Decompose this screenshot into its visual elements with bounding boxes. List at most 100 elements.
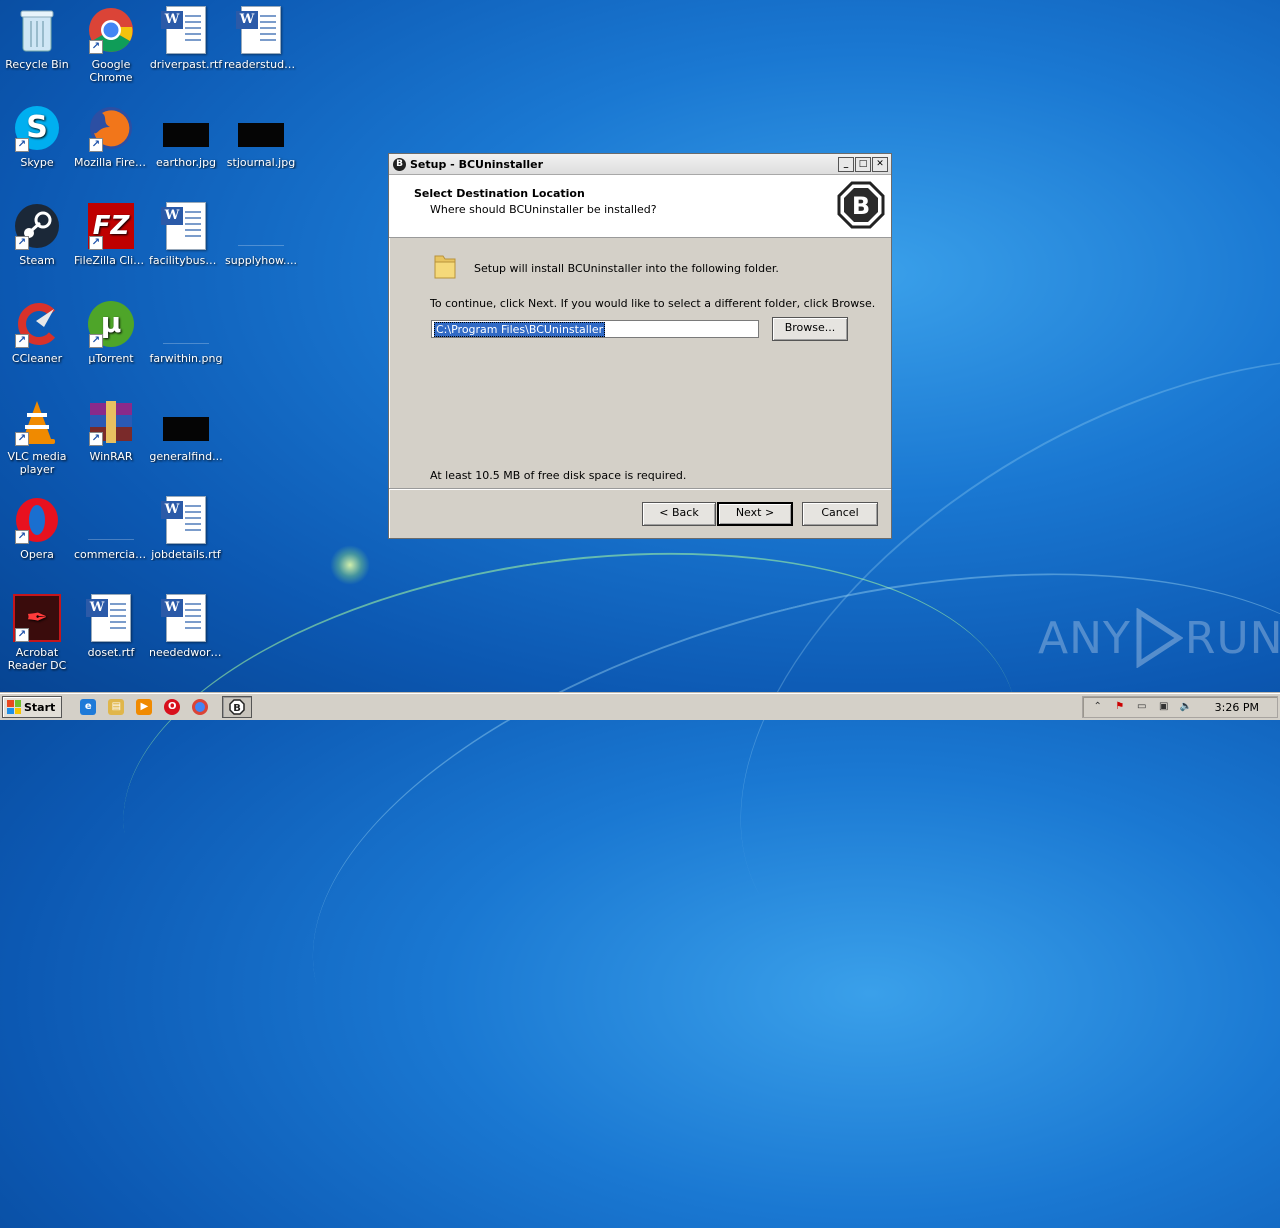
vlc-cone-icon: ↗ <box>13 398 61 446</box>
desktop-icon-recycle-bin[interactable]: Recycle Bin <box>0 6 74 71</box>
desktop-icon-supplyhow[interactable]: supplyhow.... <box>224 202 298 267</box>
chrome-taskbar-icon[interactable] <box>192 699 209 715</box>
word-document-icon: W <box>161 6 210 54</box>
desktop-icon-steam[interactable]: ↗ Steam <box>0 202 74 267</box>
shortcut-arrow-icon: ↗ <box>15 334 29 348</box>
word-document-icon: W <box>236 6 285 54</box>
anyrun-watermark: ANY RUN <box>1038 608 1280 668</box>
shortcut-arrow-icon: ↗ <box>15 530 29 544</box>
footer-divider <box>389 488 891 490</box>
svg-text:B: B <box>233 703 241 714</box>
shortcut-arrow-icon: ↗ <box>89 334 103 348</box>
dialog-titlebar[interactable]: B Setup - BCUninstaller _ □ ✕ <box>389 154 891 175</box>
wizard-header: Select Destination Location Where should… <box>389 175 891 238</box>
shortcut-arrow-icon: ↗ <box>15 628 29 642</box>
desktop-icon-stjournal[interactable]: stjournal.jpg <box>224 104 298 169</box>
disk-space-text: At least 10.5 MB of free disk space is r… <box>430 469 687 482</box>
taskbar: Start e ▤ ▶ O B ⌃ ⚑ ▭ ▣ 🔈 3:26 PM <box>0 693 1280 720</box>
display-icon[interactable]: ▭ <box>1135 700 1149 714</box>
chrome-icon: ↗ <box>87 6 135 54</box>
wizard-page-title: Select Destination Location <box>414 187 585 200</box>
svg-text:B: B <box>852 192 870 220</box>
start-label: Start <box>24 700 56 714</box>
play-triangle-icon <box>1136 608 1183 668</box>
image-thumbnail-icon <box>162 398 210 446</box>
windows-flag-icon <box>7 700 21 714</box>
minimize-button[interactable]: _ <box>838 156 854 172</box>
folder-icon <box>434 255 456 279</box>
system-tray: ⌃ ⚑ ▭ ▣ 🔈 3:26 PM <box>1081 696 1278 718</box>
clock[interactable]: 3:26 PM <box>1215 701 1259 714</box>
internet-explorer-icon[interactable]: e <box>80 699 97 715</box>
desktop-icon-winrar[interactable]: ↗ WinRAR <box>74 398 148 463</box>
opera-icon: ↗ <box>13 496 61 544</box>
desktop-icon-utorrent[interactable]: µ ↗ µTorrent <box>74 300 148 365</box>
setup-dialog: B Setup - BCUninstaller _ □ ✕ Select Des… <box>388 153 892 539</box>
cancel-button[interactable]: Cancel <box>802 502 878 526</box>
shortcut-arrow-icon: ↗ <box>89 432 103 446</box>
destination-path-value: C:\Program Files\BCUninstaller <box>434 321 606 337</box>
desktop-icon-firefox[interactable]: ↗ Mozilla Firefox <box>74 104 148 169</box>
winrar-icon: ↗ <box>87 398 135 446</box>
desktop-icon-skype[interactable]: S ↗ Skype <box>0 104 74 169</box>
desktop-icon-ccleaner[interactable]: ↗ CCleaner <box>0 300 74 365</box>
desktop-icon-commercial[interactable]: commercial... <box>74 496 148 561</box>
word-document-icon: W <box>161 202 210 250</box>
word-document-icon: W <box>86 594 135 642</box>
wizard-content: Setup will install BCUninstaller into th… <box>389 238 891 490</box>
utorrent-icon: µ ↗ <box>87 300 135 348</box>
show-hidden-icons-chevron-icon[interactable]: ⌃ <box>1091 700 1105 714</box>
skype-icon: S ↗ <box>13 104 61 152</box>
desktop-icon-earthor[interactable]: earthor.jpg <box>149 104 223 169</box>
desktop-icon-readerstudy[interactable]: W readerstudy.... <box>224 6 298 71</box>
acrobat-icon: ✒ ↗ <box>13 594 61 642</box>
desktop-icon-vlc[interactable]: ↗ VLC media player <box>0 398 74 476</box>
desktop-icon-driverpast[interactable]: W driverpast.rtf <box>149 6 223 71</box>
recycle-bin-icon <box>13 6 61 54</box>
action-center-flag-icon[interactable]: ⚑ <box>1113 700 1127 714</box>
shortcut-arrow-icon: ↗ <box>15 236 29 250</box>
desktop-icon-jobdetails[interactable]: W jobdetails.rtf <box>149 496 223 561</box>
desktop-icon-generalfind[interactable]: generalfind... <box>149 398 223 463</box>
taskbar-item-bcuninstaller-setup[interactable]: B <box>222 696 253 718</box>
bcuninstaller-app-icon: B <box>393 157 406 171</box>
back-button[interactable]: < Back <box>642 502 716 526</box>
continue-instructions-text: To continue, click Next. If you would li… <box>430 297 876 310</box>
desktop-icon-neededworl[interactable]: W neededworl... <box>149 594 223 659</box>
desktop-icon-farwithin[interactable]: farwithin.png <box>149 300 223 365</box>
wallpaper-glow <box>330 545 370 585</box>
shortcut-arrow-icon: ↗ <box>89 236 103 250</box>
image-thumbnail-icon <box>162 300 210 348</box>
quick-launch: e ▤ ▶ O <box>80 699 209 715</box>
windows-explorer-icon[interactable]: ▤ <box>108 699 125 715</box>
volume-icon[interactable]: 🔈 <box>1179 700 1193 714</box>
desktop-icon-opera[interactable]: ↗ Opera <box>0 496 74 561</box>
desktop-icon-filezilla[interactable]: FZ ↗ FileZilla Client <box>74 202 148 267</box>
word-document-icon: W <box>161 496 210 544</box>
desktop-icon-chrome[interactable]: ↗ Google Chrome <box>74 6 148 84</box>
close-button[interactable]: ✕ <box>872 156 888 172</box>
media-player-icon[interactable]: ▶ <box>136 699 153 715</box>
image-thumbnail-icon <box>162 104 210 152</box>
next-button[interactable]: Next > <box>717 502 793 526</box>
start-button[interactable]: Start <box>2 696 63 718</box>
wizard-page-subtitle: Where should BCUninstaller be installed? <box>430 203 657 216</box>
browse-button[interactable]: Browse... <box>772 317 848 341</box>
steam-icon: ↗ <box>13 202 61 250</box>
watermark-left-text: ANY <box>1038 612 1131 664</box>
ccleaner-icon: ↗ <box>13 300 61 348</box>
firefox-icon: ↗ <box>87 104 135 152</box>
maximize-button[interactable]: □ <box>855 156 871 172</box>
network-icon[interactable]: ▣ <box>1157 700 1171 714</box>
shortcut-arrow-icon: ↗ <box>89 138 103 152</box>
image-thumbnail-icon <box>237 104 285 152</box>
install-info-text: Setup will install BCUninstaller into th… <box>474 262 779 275</box>
watermark-right-text: RUN <box>1184 612 1280 664</box>
opera-taskbar-icon[interactable]: O <box>164 699 181 715</box>
word-document-icon: W <box>161 594 210 642</box>
destination-path-input[interactable]: C:\Program Files\BCUninstaller <box>431 320 759 338</box>
shortcut-arrow-icon: ↗ <box>89 40 103 54</box>
desktop-icon-doset[interactable]: W doset.rtf <box>74 594 148 659</box>
desktop-icon-acrobat[interactable]: ✒ ↗ Acrobat Reader DC <box>0 594 74 672</box>
desktop-icon-facilitybush[interactable]: W facilitybush.rtf <box>149 202 223 267</box>
